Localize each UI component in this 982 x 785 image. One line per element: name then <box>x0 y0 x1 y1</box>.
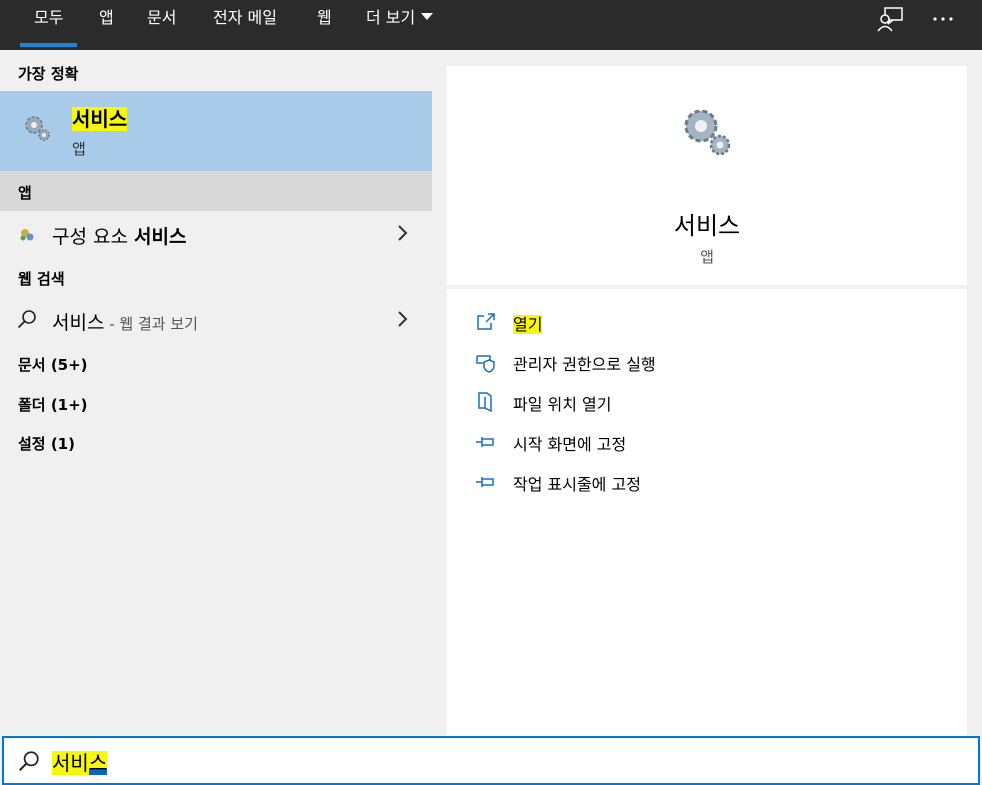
search-icon <box>17 310 36 329</box>
gears-icon <box>25 116 50 141</box>
file-location-icon <box>478 392 492 413</box>
search-input[interactable]: 서비스 <box>52 747 108 776</box>
app-result-component-services[interactable]: 구성 요소 서비스 <box>0 212 432 254</box>
preview-subtitle: 앱 <box>700 248 714 266</box>
tab-web[interactable]: 웹 <box>317 0 332 50</box>
preview-card: 서비스 앱 <box>447 66 967 285</box>
tab-email-label: 전자 메일 <box>213 8 277 27</box>
pin-icon <box>476 437 494 447</box>
action-pin-to-start-label: 시작 화면에 고정 <box>513 435 627 454</box>
apps-header-label: 앱 <box>18 184 32 202</box>
top-tab-bar: 모두 앱 문서 전자 메일 웹 더 보기 <box>0 0 982 50</box>
category-settings[interactable]: 설정 (1) <box>18 433 75 454</box>
open-icon <box>477 313 495 330</box>
action-run-as-admin-label: 관리자 권한으로 실행 <box>513 355 656 374</box>
tab-all[interactable]: 모두 <box>19 0 79 50</box>
tab-documents[interactable]: 문서 <box>147 0 176 50</box>
shield-icon <box>476 355 495 373</box>
best-match-item[interactable]: 서비스 앱 <box>0 91 432 171</box>
tab-more[interactable]: 더 보기 <box>366 0 434 50</box>
best-match-header: 가장 정확 <box>18 65 79 83</box>
apps-section-header: 앱 <box>0 171 432 211</box>
tab-all-label: 모두 <box>34 8 64 27</box>
tab-apps[interactable]: 앱 <box>99 0 114 50</box>
action-open-file-location-label: 파일 위치 열기 <box>513 395 612 414</box>
action-pin-to-taskbar-label: 작업 표시줄에 고정 <box>513 475 641 494</box>
results-panel: 가장 정확 서비스 앱 앱 구성 요소 서비스 웹 검색 서비스 - 웹 결과 … <box>0 50 432 736</box>
search-box[interactable]: 서비스 <box>2 736 980 785</box>
actions-list: 열기 관리자 권한으로 실행 파일 위치 열기 시작 화면에 고정 작업 표시줄… <box>447 289 967 736</box>
action-open-label: 열기 <box>513 315 543 334</box>
pin-icon <box>476 477 494 487</box>
chevron-right-icon[interactable] <box>396 310 408 328</box>
app-result-label: 구성 요소 서비스 <box>52 226 187 248</box>
component-services-icon <box>20 229 34 241</box>
tab-web-label: 웹 <box>317 8 332 27</box>
web-search-header: 웹 검색 <box>18 270 65 288</box>
best-match-title-text: 서비스 <box>72 107 128 131</box>
tab-apps-label: 앱 <box>99 8 114 27</box>
category-documents[interactable]: 문서 (5+) <box>18 354 88 375</box>
tab-documents-label: 문서 <box>147 8 177 27</box>
preview-title: 서비스 <box>673 212 741 240</box>
chevron-right-icon[interactable] <box>396 224 408 242</box>
web-search-label: 서비스 - 웹 결과 보기 <box>52 312 198 334</box>
chevron-down-icon <box>421 13 434 20</box>
gears-icon <box>684 109 731 156</box>
feedback-icon[interactable] <box>876 6 906 32</box>
category-folders[interactable]: 폴더 (1+) <box>18 394 88 415</box>
web-search-result[interactable]: 서비스 - 웹 결과 보기 <box>0 298 432 340</box>
tab-more-label: 더 보기 <box>366 8 416 27</box>
preview-panel: 서비스 앱 열기 관리자 권한으로 실행 파일 위치 열기 시작 화면에 고정 … <box>432 50 982 736</box>
best-match-title: 서비스 <box>72 103 128 132</box>
tab-email[interactable]: 전자 메일 <box>213 0 277 50</box>
search-icon <box>18 751 39 772</box>
best-match-subtitle: 앱 <box>72 140 86 158</box>
more-options-icon[interactable] <box>928 6 958 32</box>
